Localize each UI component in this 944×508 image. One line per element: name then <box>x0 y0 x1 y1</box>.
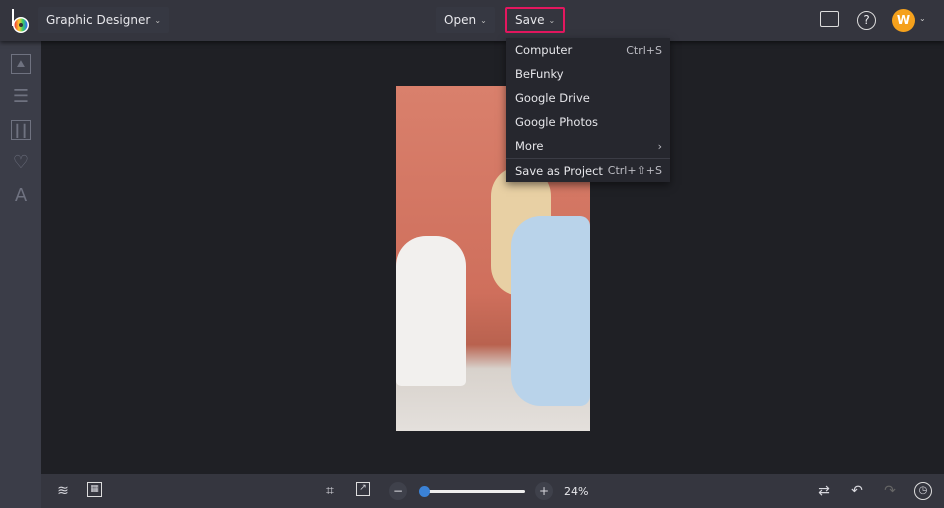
history-icon[interactable]: ◷ <box>914 482 932 500</box>
sidebar: ⛰ ☰ ┃┃ ♡ A <box>0 41 41 508</box>
bottom-toolbar: ≋ ▦ ⌗ ↗ − + 24% ⇄ ↶ ↷ ◷ <box>41 474 944 508</box>
menu-item-befunky[interactable]: BeFunky <box>506 62 670 86</box>
help-icon[interactable]: ? <box>857 11 876 30</box>
chevron-down-icon: ⌄ <box>480 15 487 25</box>
save-button[interactable]: Save ⌄ <box>505 7 566 33</box>
sliders-icon[interactable]: ☰ <box>11 87 31 107</box>
avatar[interactable]: W <box>892 9 915 32</box>
menu-item-google-photos[interactable]: Google Photos <box>506 110 670 134</box>
menu-item-computer[interactable]: Computer Ctrl+S <box>506 38 670 62</box>
image-icon[interactable]: ⛰ <box>11 54 31 74</box>
heart-icon[interactable]: ♡ <box>11 153 31 173</box>
chevron-down-icon[interactable]: ⌄ <box>919 14 926 23</box>
top-bar: Graphic Designer ⌄ Open ⌄ Save ⌄ ? W ⌄ <box>0 0 944 41</box>
chevron-right-icon: › <box>657 139 662 153</box>
zoom-slider-handle[interactable] <box>419 486 430 497</box>
menu-item-more[interactable]: More › <box>506 134 670 158</box>
befunky-logo[interactable] <box>10 8 32 34</box>
undo-icon[interactable]: ↶ <box>848 482 866 500</box>
dog-shape <box>396 236 466 386</box>
dress-shape <box>511 216 590 406</box>
zoom-out-button[interactable]: − <box>389 482 407 500</box>
save-label: Save <box>515 13 545 27</box>
open-button[interactable]: Open ⌄ <box>436 7 495 33</box>
chevron-down-icon: ⌄ <box>548 15 556 25</box>
zoom-level: 24% <box>564 485 589 498</box>
zoom-in-button[interactable]: + <box>535 482 553 500</box>
mode-label: Graphic Designer <box>46 13 151 27</box>
redo-icon[interactable]: ↷ <box>881 482 899 500</box>
menu-item-save-project[interactable]: Save as Project Ctrl+⇧+S <box>506 158 670 182</box>
comments-icon[interactable] <box>820 11 839 27</box>
zoom-slider[interactable] <box>419 486 525 497</box>
layout-icon[interactable]: ┃┃ <box>11 120 31 140</box>
chevron-down-icon: ⌄ <box>154 15 162 25</box>
open-label: Open <box>444 13 477 27</box>
menu-item-google-drive[interactable]: Google Drive <box>506 86 670 110</box>
template-icon[interactable]: ▦ <box>87 482 102 497</box>
text-icon[interactable]: A <box>11 186 31 206</box>
mode-dropdown[interactable]: Graphic Designer ⌄ <box>38 7 170 33</box>
save-menu: Computer Ctrl+S BeFunky Google Drive Goog… <box>506 38 670 182</box>
flip-icon[interactable]: ⇄ <box>815 482 833 500</box>
actual-size-icon[interactable]: ↗ <box>356 482 370 496</box>
fit-screen-icon[interactable]: ⌗ <box>321 482 339 500</box>
layers-icon[interactable]: ≋ <box>54 482 72 500</box>
